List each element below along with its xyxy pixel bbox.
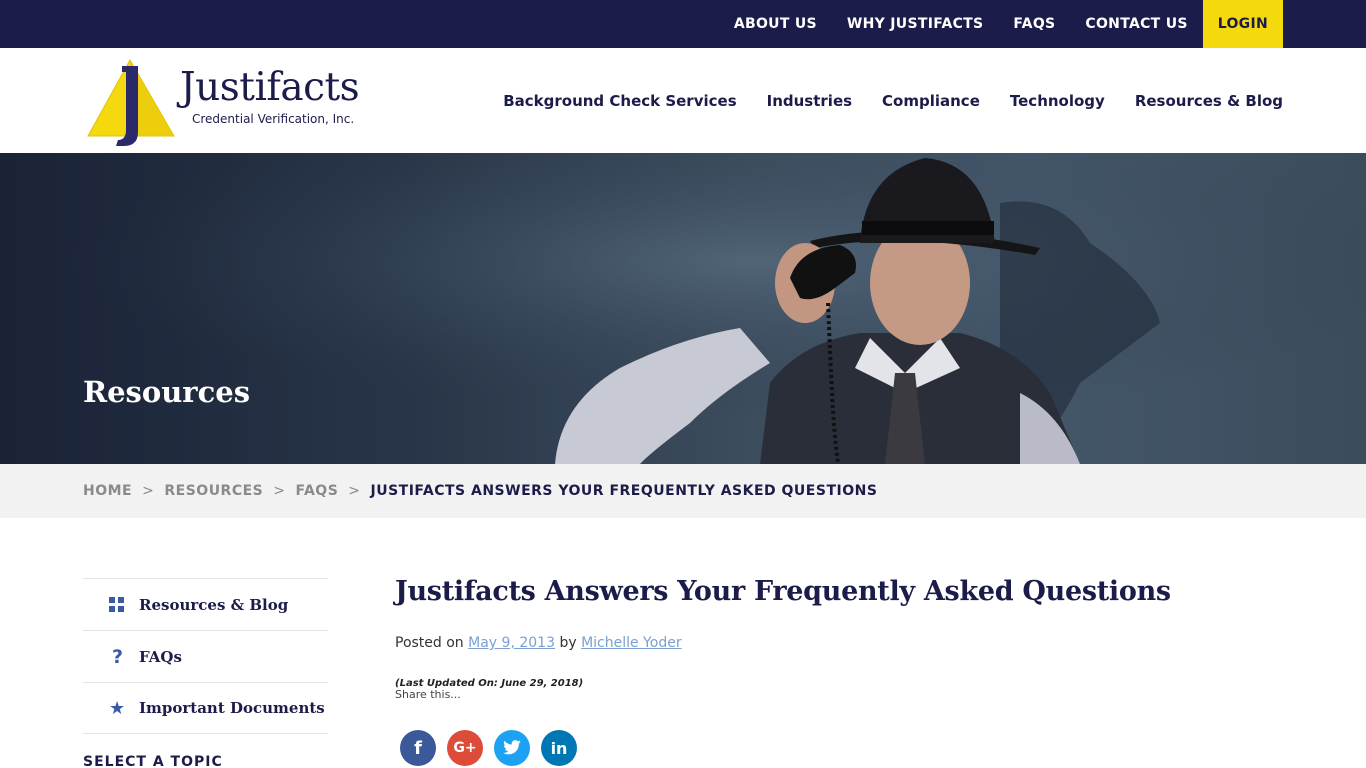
by-label: by xyxy=(559,635,577,651)
nav-compliance[interactable]: Compliance xyxy=(882,92,980,110)
linkedin-share-button[interactable]: in xyxy=(541,730,577,766)
twitter-icon xyxy=(503,740,521,755)
share-label: Share this... xyxy=(395,688,461,701)
article-title: Justifacts Answers Your Frequently Asked… xyxy=(395,576,1171,607)
sidebar-item-resources-blog[interactable]: Resources & Blog xyxy=(83,578,328,630)
star-icon: ★ xyxy=(109,697,126,719)
sidebar-item-label: FAQs xyxy=(139,647,182,666)
logo-triangle-icon xyxy=(87,58,175,146)
post-date-link[interactable]: May 9, 2013 xyxy=(468,635,555,651)
sidebar-item-label: Important Documents xyxy=(139,699,325,717)
nav-why-justifacts[interactable]: WHY JUSTIFACTS xyxy=(832,0,999,48)
logo[interactable]: Justifacts Credential Verification, Inc. xyxy=(86,56,361,146)
linkedin-icon: in xyxy=(550,738,568,758)
facebook-share-button[interactable]: f xyxy=(400,730,436,766)
breadcrumb-resources[interactable]: RESOURCES xyxy=(164,483,263,499)
login-button[interactable]: LOGIN xyxy=(1202,0,1283,48)
nav-resources-blog[interactable]: Resources & Blog xyxy=(1135,92,1283,110)
breadcrumb-current: JUSTIFACTS ANSWERS YOUR FREQUENTLY ASKED… xyxy=(370,483,878,499)
facebook-icon: f xyxy=(414,737,422,759)
google-plus-icon: G+ xyxy=(453,740,477,756)
sidebar-item-label: Resources & Blog xyxy=(139,595,289,614)
hero-image xyxy=(0,153,1366,464)
posted-prefix: Posted on xyxy=(395,635,464,651)
nav-background-check-services[interactable]: Background Check Services xyxy=(503,92,736,110)
hero-banner: Resources xyxy=(0,153,1366,464)
nav-technology[interactable]: Technology xyxy=(1010,92,1105,110)
utility-nav: ABOUT US WHY JUSTIFACTS FAQS CONTACT US … xyxy=(719,0,1283,48)
breadcrumb-faqs[interactable]: FAQS xyxy=(296,483,339,499)
sidebar: Resources & Blog ? FAQs ★ Important Docu… xyxy=(83,578,328,734)
sidebar-item-faqs[interactable]: ? FAQs xyxy=(83,630,328,682)
nav-about-us[interactable]: ABOUT US xyxy=(719,0,832,48)
sidebar-item-important-documents[interactable]: ★ Important Documents xyxy=(83,682,328,734)
question-icon: ? xyxy=(112,645,124,668)
nav-faqs[interactable]: FAQS xyxy=(998,0,1070,48)
grid-icon xyxy=(109,596,139,613)
breadcrumb-separator: > xyxy=(348,483,361,499)
post-meta: Posted on May 9, 2013 by Michelle Yoder xyxy=(395,635,682,651)
main-nav: Background Check Services Industries Com… xyxy=(473,48,1283,153)
nav-industries[interactable]: Industries xyxy=(767,92,852,110)
breadcrumb-separator: > xyxy=(273,483,286,499)
top-bar: ABOUT US WHY JUSTIFACTS FAQS CONTACT US … xyxy=(0,0,1366,48)
breadcrumb: HOME > RESOURCES > FAQS > JUSTIFACTS ANS… xyxy=(0,464,1366,518)
site-header: Justifacts Credential Verification, Inc.… xyxy=(0,48,1366,153)
twitter-share-button[interactable] xyxy=(494,730,530,766)
breadcrumb-separator: > xyxy=(142,483,155,499)
breadcrumb-home[interactable]: HOME xyxy=(83,483,132,499)
google-plus-share-button[interactable]: G+ xyxy=(447,730,483,766)
social-share-buttons: f G+ in xyxy=(400,730,588,766)
select-topic-heading: SELECT A TOPIC xyxy=(83,754,223,768)
author-link[interactable]: Michelle Yoder xyxy=(581,635,682,651)
logo-tagline: Credential Verification, Inc. xyxy=(192,112,355,126)
logo-wordmark: Justifacts xyxy=(180,65,360,110)
nav-contact-us[interactable]: CONTACT US xyxy=(1070,0,1202,48)
hero-title: Resources xyxy=(83,375,251,409)
